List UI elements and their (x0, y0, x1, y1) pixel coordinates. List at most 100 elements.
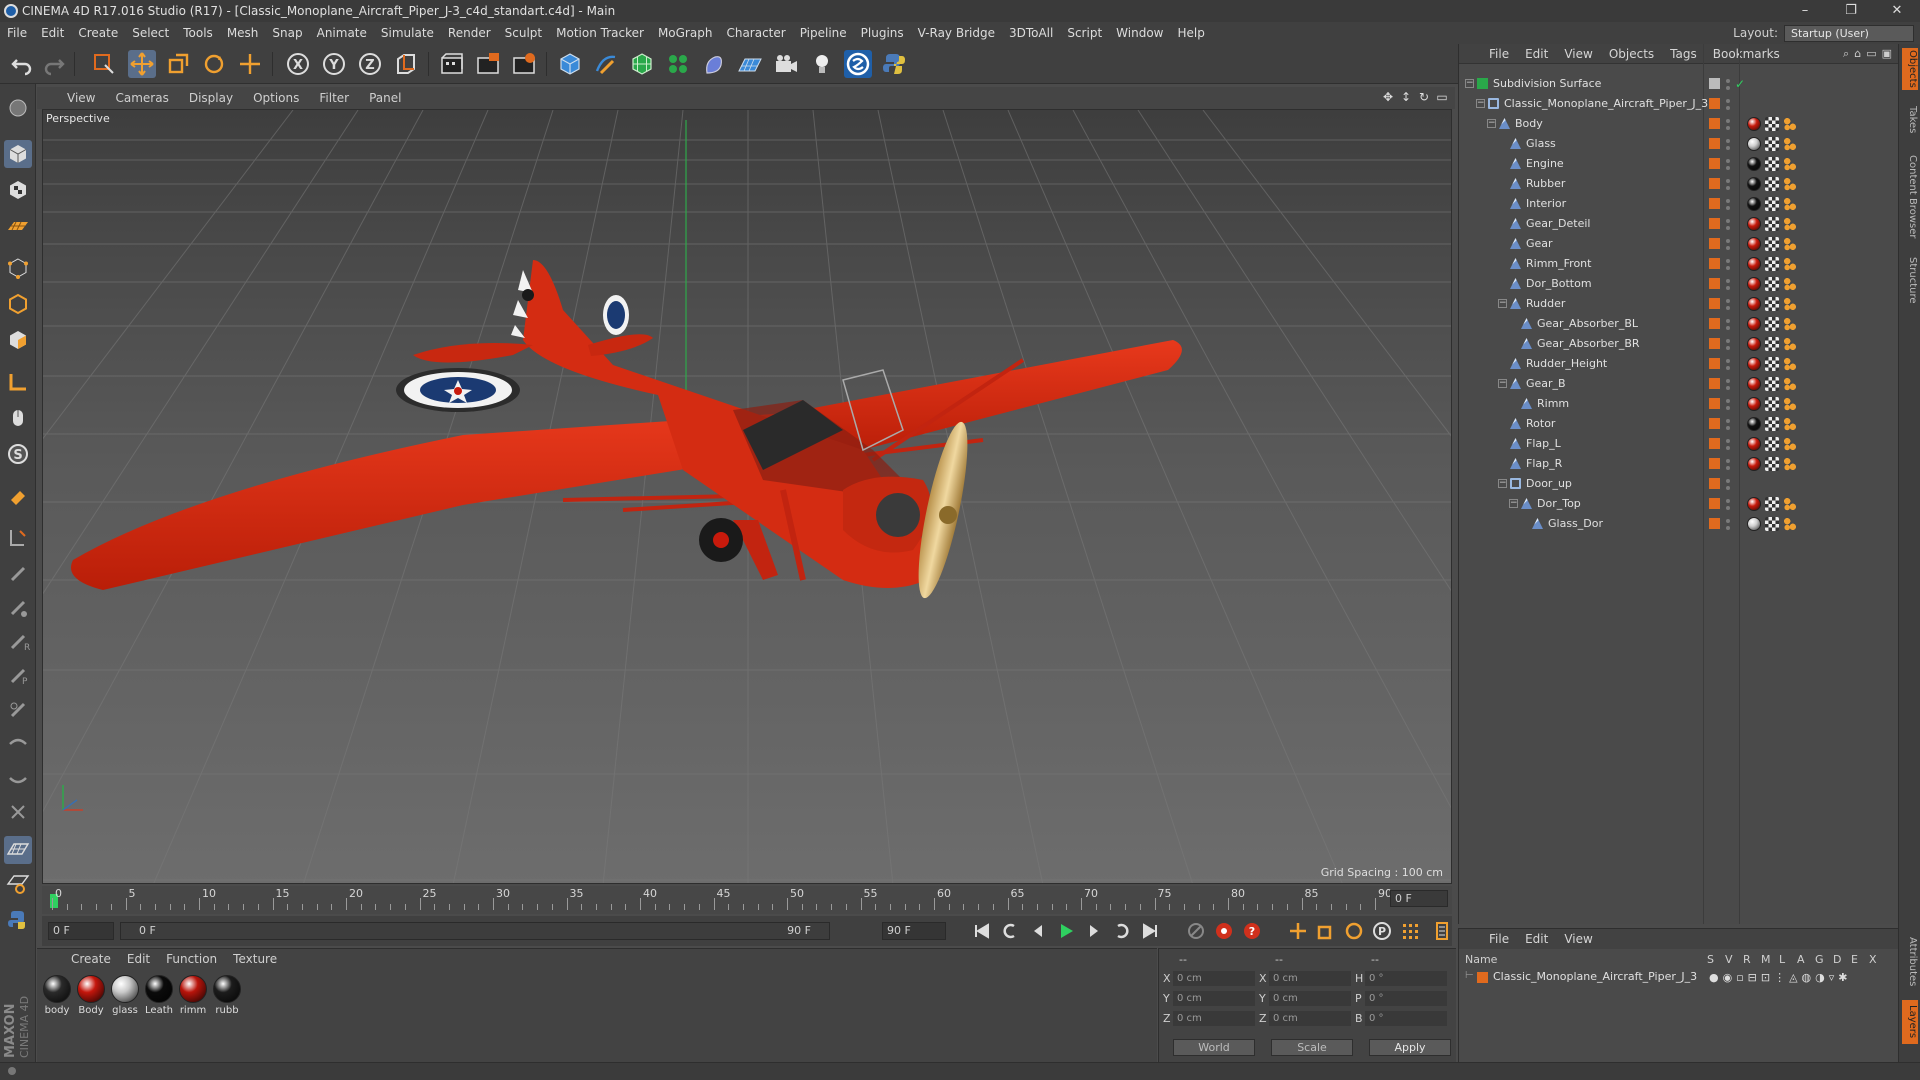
object-row-rimm-front[interactable]: Rimm_Front (1459, 254, 1899, 274)
layer-color-swatch[interactable] (1709, 398, 1720, 409)
material-menu-function[interactable]: Function (158, 952, 225, 966)
axis-mode-icon[interactable] (4, 368, 32, 396)
search-icon[interactable]: ⌕ (1843, 47, 1849, 61)
texture-mode-icon[interactable] (4, 176, 32, 204)
visibility-dots-icon[interactable] (1725, 477, 1731, 491)
layers-menu-view[interactable]: View (1556, 932, 1600, 946)
make-editable-icon[interactable] (4, 94, 32, 122)
uvw-tag-icon[interactable] (1765, 457, 1779, 471)
viewport-menu-cameras[interactable]: Cameras (105, 91, 178, 105)
layer-color-swatch[interactable] (1709, 158, 1720, 169)
editor-enable-icon[interactable] (1709, 78, 1720, 89)
layer-column-header[interactable]: M (1761, 953, 1771, 966)
coord-value-field[interactable]: 0 cm (1269, 1011, 1351, 1026)
tree-collapse-icon[interactable]: − (1498, 299, 1507, 308)
phong-tag-icon[interactable] (1783, 297, 1797, 311)
tree-collapse-icon[interactable]: − (1465, 79, 1474, 88)
object-name[interactable]: Gear_Absorber_BL (1537, 314, 1638, 334)
move-icon[interactable] (128, 50, 156, 78)
visibility-dots-icon[interactable] (1725, 317, 1731, 331)
layer-name[interactable]: Classic_Monoplane_Aircraft_Piper_J_3 (1493, 970, 1697, 983)
uvw-tag-icon[interactable] (1765, 397, 1779, 411)
phong-tag-icon[interactable] (1783, 357, 1797, 371)
coord-value-field[interactable]: 0 cm (1269, 971, 1351, 986)
workplane-icon[interactable] (4, 212, 32, 240)
coord-value-field[interactable]: 0 ° (1365, 971, 1447, 986)
material-tag-icon[interactable] (1747, 337, 1761, 351)
key-parameter-icon[interactable]: P (1370, 920, 1394, 942)
material-tag-icon[interactable] (1747, 457, 1761, 471)
coord-value-field[interactable]: 0 ° (1365, 1011, 1447, 1026)
object-name[interactable]: Glass (1526, 134, 1556, 154)
phong-tag-icon[interactable] (1783, 317, 1797, 331)
visibility-dots-icon[interactable] (1725, 157, 1731, 171)
close-button[interactable]: ✕ (1874, 0, 1920, 22)
uvw-tag-icon[interactable] (1765, 497, 1779, 511)
maximize-button[interactable]: ❐ (1828, 0, 1874, 22)
uvw-tag-icon[interactable] (1765, 237, 1779, 251)
object-row-flap-r[interactable]: Flap_R (1459, 454, 1899, 474)
layer-color-swatch[interactable] (1709, 178, 1720, 189)
object-name[interactable]: Rubber (1526, 174, 1565, 194)
layers-menu-file[interactable]: File (1481, 932, 1517, 946)
object-name[interactable]: Glass_Dor (1548, 514, 1603, 534)
menu-animate[interactable]: Animate (310, 22, 374, 44)
menu-snap[interactable]: Snap (265, 22, 309, 44)
object-name[interactable]: Classic_Monoplane_Aircraft_Piper_J_3 (1504, 94, 1708, 114)
material-tag-icon[interactable] (1747, 197, 1761, 211)
start-frame-field[interactable]: 0 F (48, 922, 114, 940)
home-icon[interactable]: ⌂ (1854, 47, 1861, 61)
object-name[interactable]: Rudder (1526, 294, 1565, 314)
visibility-dots-icon[interactable] (1725, 417, 1731, 431)
coord-value-field[interactable]: 0 cm (1173, 971, 1255, 986)
object-row-glass-dor[interactable]: Glass_Dor (1459, 514, 1899, 534)
layer-color-swatch[interactable] (1709, 118, 1720, 129)
material-menu-texture[interactable]: Texture (225, 952, 285, 966)
material-tag-icon[interactable] (1747, 417, 1761, 431)
layer-column-header[interactable]: S (1707, 953, 1714, 966)
object-row-door-up[interactable]: − Door_up (1459, 474, 1899, 494)
object-name[interactable]: Gear (1526, 234, 1553, 254)
menu-sculpt[interactable]: Sculpt (498, 22, 549, 44)
uvw-tag-icon[interactable] (1765, 177, 1779, 191)
coord-value-field[interactable]: 0 cm (1173, 1011, 1255, 1026)
uvw-tag-icon[interactable] (1765, 377, 1779, 391)
viewport-pan-icon[interactable]: ✥ (1381, 90, 1395, 104)
menu-script[interactable]: Script (1060, 22, 1109, 44)
sculpt-tool-6-icon[interactable] (4, 730, 32, 758)
material-tag-icon[interactable] (1747, 117, 1761, 131)
timeline-ruler[interactable]: 0 5 10 15 20 25 30 35 40 45 50 55 60 65 70 75 80 85 90 0 F (42, 886, 1452, 914)
material-tag-icon[interactable] (1747, 257, 1761, 271)
layer-color-swatch[interactable] (1709, 278, 1720, 289)
objects-menu-file[interactable]: File (1481, 47, 1517, 61)
coord-value-field[interactable]: 0 ° (1365, 991, 1447, 1006)
sculpt-tool-4-icon[interactable]: P (4, 662, 32, 690)
previous-frame-icon[interactable] (1026, 920, 1050, 942)
material-tag-icon[interactable] (1747, 497, 1761, 511)
layer-column-header[interactable]: D (1833, 953, 1841, 966)
object-name[interactable]: Engine (1526, 154, 1564, 174)
layer-column-header[interactable]: X (1869, 953, 1877, 966)
coord-mode-dropdown[interactable]: World (1173, 1039, 1255, 1056)
object-row-interior[interactable]: Interior (1459, 194, 1899, 214)
floor-icon[interactable] (736, 50, 764, 78)
menu-help[interactable]: Help (1170, 22, 1211, 44)
phong-tag-icon[interactable] (1783, 237, 1797, 251)
go-to-start-icon[interactable] (970, 920, 994, 942)
object-name[interactable]: Rimm (1537, 394, 1569, 414)
menu-mograph[interactable]: MoGraph (651, 22, 720, 44)
layer-color-swatch[interactable] (1709, 438, 1720, 449)
objects-menu-bookmarks[interactable]: Bookmarks (1705, 47, 1788, 61)
new-view-icon[interactable]: ▭ (1866, 47, 1876, 61)
material-tag-icon[interactable] (1747, 317, 1761, 331)
tab-structure[interactable]: Structure (1902, 252, 1918, 308)
menu-pipeline[interactable]: Pipeline (793, 22, 854, 44)
material-tag-icon[interactable] (1747, 137, 1761, 151)
cube-icon[interactable] (556, 50, 584, 78)
phong-tag-icon[interactable] (1783, 137, 1797, 151)
phong-tag-icon[interactable] (1783, 337, 1797, 351)
visibility-dots-icon[interactable] (1725, 397, 1731, 411)
tab-objects[interactable]: Objects (1902, 48, 1918, 90)
tweak-mode-icon[interactable] (4, 404, 32, 432)
layer-color-swatch[interactable] (1709, 378, 1720, 389)
